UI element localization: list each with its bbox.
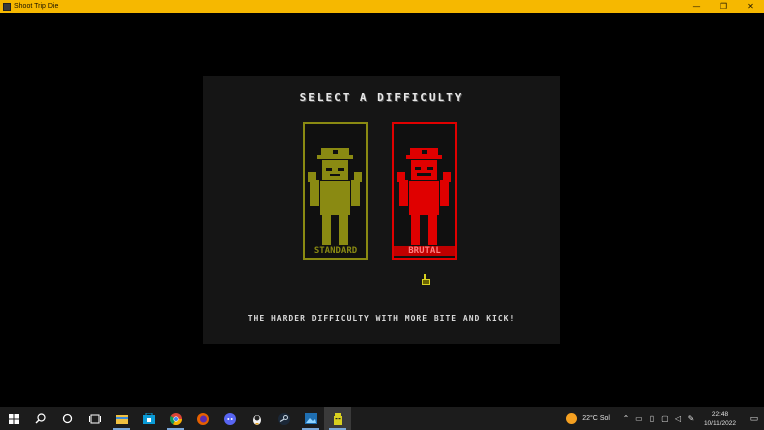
firefox-icon[interactable]: [189, 407, 216, 430]
difficulty-description: THE HARDER DIFFICULTY WITH MORE BITE AND…: [247, 314, 516, 323]
search-icon[interactable]: [27, 407, 54, 430]
weather-temperature: 22°C: [582, 415, 598, 422]
file-explorer-icon[interactable]: [108, 407, 135, 430]
chrome-icon[interactable]: [162, 407, 189, 430]
difficulty-label-brutal: BRUTAL: [394, 246, 455, 256]
window-title: Shoot Trip Die: [14, 3, 59, 10]
shoot-trip-die-icon[interactable]: [324, 407, 351, 430]
volume-icon[interactable]: ◁: [672, 414, 684, 423]
weather-condition: Sol: [599, 415, 610, 422]
store-icon[interactable]: [135, 407, 162, 430]
display-icon[interactable]: ▢: [659, 414, 671, 423]
notification-icon[interactable]: ▭: [744, 413, 764, 424]
pen-icon[interactable]: ✎: [685, 414, 697, 423]
weather-widget[interactable]: 22°C Sol: [566, 413, 610, 424]
difficulty-option-brutal[interactable]: BRUTAL: [392, 122, 457, 260]
app-icon: [3, 2, 11, 11]
difficulty-option-standard[interactable]: STANDARD: [303, 122, 368, 260]
battery-icon[interactable]: ▯: [646, 414, 658, 423]
sun-icon: [566, 413, 578, 424]
discord-icon[interactable]: [216, 407, 243, 430]
menu-heading: SELECT A DIFFICULTY: [299, 91, 464, 104]
minimize-button[interactable]: —: [683, 0, 710, 13]
standard-character-icon: [308, 148, 362, 245]
task-view-icon[interactable]: [81, 407, 108, 430]
penguin-app-icon[interactable]: [243, 407, 270, 430]
hand-cursor-icon: [422, 274, 430, 285]
clock-time: 22:48: [711, 410, 729, 418]
taskbar: 22°C Sol ⌃ ▭ ▯ ▢ ◁ ✎ 22:48 10/11/2022 ▭: [0, 407, 764, 430]
chevron-up-icon[interactable]: ⌃: [620, 414, 632, 423]
steam-icon[interactable]: [270, 407, 297, 430]
window-controls: — ❐ ✕: [683, 0, 764, 13]
network-icon[interactable]: ▭: [633, 414, 645, 423]
clock-date: 10/11/2022: [703, 419, 736, 427]
cortana-icon[interactable]: [54, 407, 81, 430]
difficulty-menu: SELECT A DIFFICULTY STANDARD BRUTAL THE …: [203, 76, 560, 344]
clock[interactable]: 22:48 10/11/2022: [704, 410, 736, 428]
window-title-bar: Shoot Trip Die — ❐ ✕: [0, 0, 764, 13]
system-tray: 22°C Sol ⌃ ▭ ▯ ▢ ◁ ✎ 22:48 10/11/2022 ▭: [566, 407, 764, 430]
photos-icon[interactable]: [297, 407, 324, 430]
maximize-button[interactable]: ❐: [710, 0, 737, 13]
brutal-character-icon: [397, 148, 451, 245]
close-button[interactable]: ✕: [737, 0, 764, 13]
start-icon[interactable]: [0, 407, 27, 430]
difficulty-label-standard: STANDARD: [313, 246, 358, 256]
